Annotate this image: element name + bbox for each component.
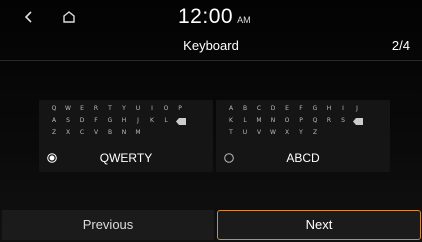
- key: Y: [122, 105, 126, 112]
- home-button[interactable]: [58, 6, 80, 28]
- key: R: [93, 105, 99, 112]
- clock-time: 12:00: [178, 5, 234, 28]
- key: U: [135, 105, 141, 112]
- key: H: [326, 105, 332, 112]
- keyboard-option-qwerty[interactable]: Q W E R T Y U I O P A S D F G H J K L Z …: [39, 100, 213, 172]
- keyboard-option-abcd[interactable]: A B C D E F G H I J K L M N O P Q R S T …: [216, 100, 390, 172]
- back-button[interactable]: [18, 6, 40, 28]
- key: S: [341, 117, 345, 124]
- key: M: [256, 117, 262, 124]
- key: Z: [51, 129, 57, 136]
- backspace-icon: [350, 116, 366, 126]
- key: A: [228, 105, 234, 112]
- key: V: [93, 129, 99, 136]
- page-title: Keyboard: [183, 38, 239, 53]
- option-row[interactable]: ABCD: [216, 148, 390, 170]
- clock-ampm: AM: [237, 15, 251, 25]
- key: T: [108, 105, 112, 112]
- previous-button[interactable]: Previous: [2, 210, 214, 240]
- key: D: [79, 117, 85, 124]
- key: N: [270, 117, 276, 124]
- key: M: [135, 129, 141, 136]
- key: J: [356, 105, 358, 112]
- keyboard-row: A B C D E F G H I J: [224, 104, 382, 114]
- key: Y: [299, 129, 303, 136]
- key: Q: [51, 105, 57, 112]
- keyboard-preview: Q W E R T Y U I O P A S D F G H J K L Z …: [47, 104, 205, 144]
- key: P: [299, 117, 303, 124]
- key: C: [79, 129, 85, 136]
- key: B: [107, 129, 113, 136]
- key: I: [151, 105, 153, 112]
- keyboard-row: A S D F G H J K L: [47, 116, 205, 126]
- key: R: [326, 117, 332, 124]
- status-bar: 12:00 AM: [0, 0, 422, 34]
- key: P: [178, 105, 182, 112]
- option-label: QWERTY: [99, 151, 153, 165]
- page-indicator: 2/4: [391, 38, 410, 53]
- key: L: [164, 117, 168, 124]
- key: F: [94, 117, 98, 124]
- clock: 12:00 AM: [178, 5, 251, 31]
- key: V: [256, 129, 262, 136]
- key: O: [163, 105, 169, 112]
- title-row: Keyboard 2/4: [0, 34, 422, 61]
- key: S: [66, 117, 70, 124]
- key: E: [80, 105, 84, 112]
- key: I: [342, 105, 344, 112]
- key: Q: [312, 117, 318, 124]
- key: Z: [312, 129, 318, 136]
- chevron-left-icon: [24, 11, 32, 23]
- option-row[interactable]: QWERTY: [39, 148, 213, 170]
- home-icon: [63, 11, 75, 23]
- key: K: [150, 117, 154, 124]
- keyboard-row: Q W E R T Y U I O P: [47, 104, 205, 114]
- key: G: [107, 117, 113, 124]
- key: C: [256, 105, 262, 112]
- key: H: [121, 117, 127, 124]
- key: T: [229, 129, 233, 136]
- key: J: [137, 117, 139, 124]
- bottom-bar: Previous Next: [0, 210, 422, 242]
- keyboard-row: T U V W X Y Z: [224, 128, 382, 138]
- key: F: [299, 105, 303, 112]
- keyboard-row: Z X C V B N M: [47, 128, 205, 138]
- option-label: ABCD: [286, 151, 320, 165]
- next-button[interactable]: Next: [217, 210, 421, 240]
- key: W: [65, 105, 71, 112]
- key: O: [284, 117, 290, 124]
- keyboard-preview: A B C D E F G H I J K L M N O P Q R S T …: [224, 104, 382, 144]
- key: N: [121, 129, 127, 136]
- key: A: [51, 117, 57, 124]
- key: X: [65, 129, 71, 136]
- key: B: [242, 105, 248, 112]
- key: U: [242, 129, 248, 136]
- backspace-icon: [173, 116, 189, 126]
- key: W: [270, 129, 276, 136]
- key: G: [312, 105, 318, 112]
- keyboard-row: K L M N O P Q R S: [224, 116, 382, 126]
- key: D: [270, 105, 276, 112]
- key: L: [243, 117, 247, 124]
- key: K: [229, 117, 233, 124]
- key: X: [284, 129, 290, 136]
- screen: 12:00 AM Keyboard 2/4 Q W E R T Y U I O …: [0, 0, 422, 242]
- key: E: [285, 105, 289, 112]
